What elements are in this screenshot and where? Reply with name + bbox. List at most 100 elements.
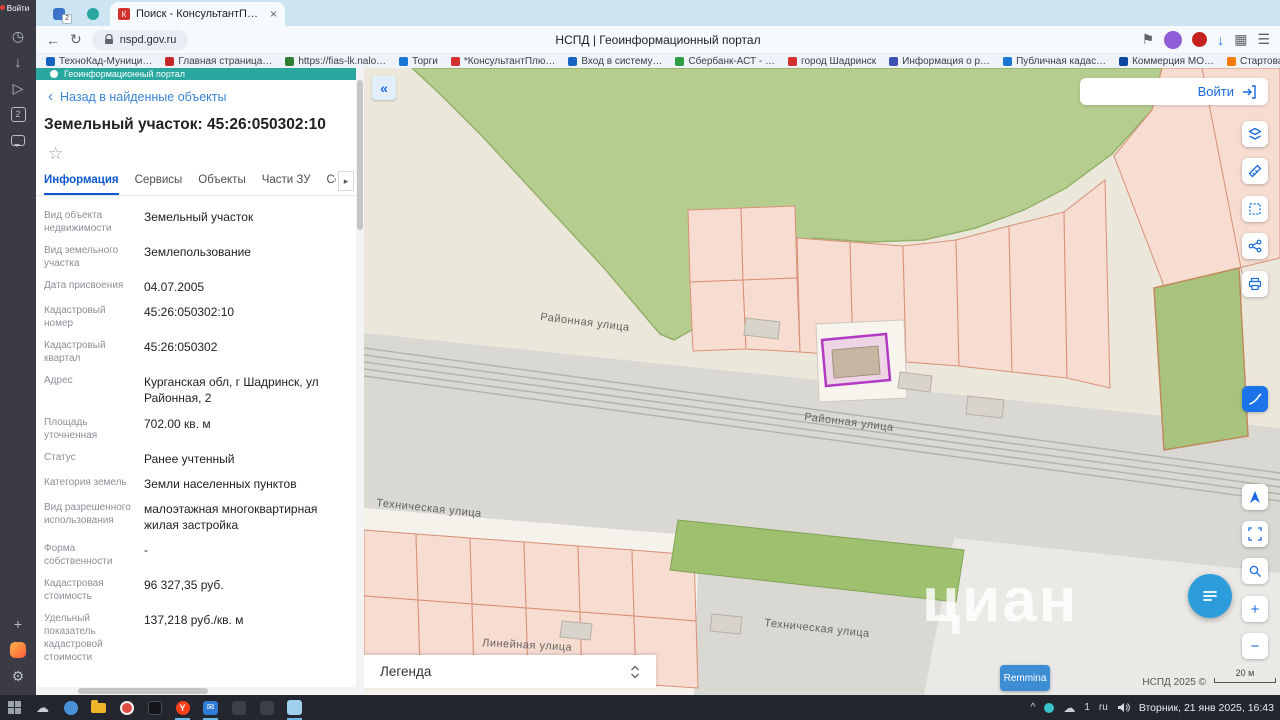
- field-row: СтатусРанее учтенный: [44, 442, 348, 467]
- chat-icon[interactable]: [0, 127, 36, 153]
- bookmark-item[interactable]: ТехноКад-Муници…: [46, 56, 152, 67]
- bookmark-item[interactable]: Стартовая стран…: [1227, 56, 1280, 67]
- reload-icon[interactable]: ↻: [70, 31, 82, 48]
- start-button[interactable]: [6, 699, 23, 716]
- history-icon[interactable]: ◷: [0, 23, 36, 49]
- panel-collapse-button[interactable]: «: [372, 76, 396, 100]
- legend-toggle-icon[interactable]: [630, 665, 640, 679]
- share-button[interactable]: [1242, 233, 1268, 259]
- layers-button[interactable]: [1242, 121, 1268, 147]
- pinned-tab-1[interactable]: 2: [42, 2, 76, 26]
- rail-login-button[interactable]: Войти: [7, 4, 29, 13]
- tab-title: Поиск - КонсультантПлю…: [136, 8, 264, 20]
- volume-icon[interactable]: [1117, 702, 1130, 713]
- field-row: Форма собственности-: [44, 533, 348, 568]
- media-icon[interactable]: ▷: [0, 75, 36, 101]
- select-area-button[interactable]: [1242, 196, 1268, 222]
- tab-counter[interactable]: 2: [0, 101, 36, 127]
- tab-favicon: К: [118, 8, 130, 20]
- red-app-icon[interactable]: [118, 699, 135, 716]
- bookmark-favicon: [788, 57, 797, 66]
- panel-vertical-scrollbar[interactable]: [356, 68, 364, 695]
- bookmark-item[interactable]: Коммерция МО…: [1119, 56, 1214, 67]
- download-icon[interactable]: ↓: [1217, 32, 1224, 48]
- field-row: Вид объекта недвижимостиЗемельный участо…: [44, 200, 348, 235]
- window-app-icon[interactable]: [230, 699, 247, 716]
- terminal-app-icon[interactable]: [146, 699, 163, 716]
- site-header: Геоинформационный портал: [36, 68, 356, 80]
- window-app-icon[interactable]: [258, 699, 275, 716]
- selected-parcel[interactable]: [822, 334, 890, 386]
- bookmark-flag-icon[interactable]: ⚑: [1142, 31, 1155, 48]
- field-row: Вид земельного участкаЗемлепользование: [44, 235, 348, 270]
- active-tab[interactable]: К Поиск - КонсультантПлю… ×: [110, 2, 285, 26]
- map-search-button[interactable]: [1242, 558, 1268, 584]
- bookmark-favicon: [1003, 57, 1012, 66]
- active-window-icon[interactable]: [286, 699, 303, 716]
- extent-button[interactable]: [1242, 521, 1268, 547]
- bookmark-favicon: [889, 57, 898, 66]
- map-login-button[interactable]: Войти: [1080, 78, 1268, 105]
- cloud-app-icon[interactable]: ☁: [34, 699, 51, 716]
- yandex-browser-icon[interactable]: Y: [174, 699, 191, 716]
- measure-button[interactable]: [1242, 158, 1268, 184]
- music-icon[interactable]: [0, 637, 36, 663]
- green-parcel[interactable]: [1154, 268, 1248, 450]
- field-row: Кадастровый номер45:26:050302:10: [44, 295, 348, 330]
- tab-services[interactable]: Сервисы: [135, 174, 183, 195]
- bookmark-item[interactable]: https://fias-lk.nalo…: [285, 56, 386, 67]
- extension-badge-icon[interactable]: [1192, 32, 1207, 47]
- browser-tabs-bar: 2 К Поиск - КонсультантПлю… ×: [36, 0, 1280, 26]
- map-scale: 20 м: [1214, 668, 1276, 683]
- mail-app-icon[interactable]: ✉: [202, 699, 219, 716]
- chat-fab-button[interactable]: [1188, 574, 1232, 618]
- field-row: Кадастровая стоимость96 327,35 руб.: [44, 568, 348, 603]
- browser-app-icon[interactable]: [62, 699, 79, 716]
- bookmark-favicon: [1119, 57, 1128, 66]
- bookmark-favicon: [399, 57, 408, 66]
- back-to-results-link[interactable]: ‹ Назад в найденные объекты: [36, 80, 356, 108]
- bookmark-item[interactable]: Вход в систему…: [568, 56, 662, 67]
- tray-app-icon[interactable]: [1044, 703, 1054, 713]
- tab-badge: 2: [62, 14, 72, 24]
- bookmark-item[interactable]: Информация о р…: [889, 56, 990, 67]
- address-bar[interactable]: nspd.gov.ru: [92, 30, 189, 50]
- draw-tool-button[interactable]: [1242, 386, 1268, 412]
- remmina-window-button[interactable]: Remmina: [1000, 665, 1050, 691]
- menu-icon[interactable]: ☰: [1257, 31, 1270, 48]
- favorite-star-icon[interactable]: ☆: [36, 138, 356, 166]
- tabs-overflow-arrow[interactable]: ▸: [338, 171, 354, 191]
- profile-avatar[interactable]: [1164, 31, 1182, 49]
- panel-horizontal-scrollbar[interactable]: [36, 687, 356, 695]
- zoom-out-button[interactable]: −: [1242, 633, 1268, 659]
- tab-objects[interactable]: Объекты: [198, 174, 245, 195]
- file-manager-icon[interactable]: [90, 699, 107, 716]
- map-canvas[interactable]: Районная улица Районная улица Техническа…: [364, 68, 1280, 695]
- apps-grid-icon[interactable]: ▦: [1234, 31, 1247, 48]
- zoom-in-button[interactable]: +: [1242, 596, 1268, 622]
- settings-gear-icon[interactable]: ⚙: [0, 663, 36, 689]
- bookmark-item[interactable]: город Шадринск: [788, 56, 876, 67]
- legend-bar[interactable]: Легенда: [364, 655, 656, 688]
- map-viewport[interactable]: Районная улица Районная улица Техническа…: [364, 68, 1280, 695]
- language-indicator[interactable]: ru: [1099, 702, 1108, 713]
- bookmark-item[interactable]: Публичная кадас…: [1003, 56, 1106, 67]
- bookmark-item[interactable]: *КонсультантПлю…: [451, 56, 556, 67]
- tab-close-icon[interactable]: ×: [270, 7, 277, 21]
- bookmark-item[interactable]: Сбербанк-АСТ - …: [675, 56, 775, 67]
- tab-composition[interactable]: Состав: [327, 174, 336, 195]
- tray-expand-icon[interactable]: ^: [1031, 702, 1036, 713]
- pinned-tab-2[interactable]: [76, 2, 110, 26]
- nspd-logo: [50, 70, 58, 78]
- tab-information[interactable]: Информация: [44, 174, 119, 195]
- tab-parts[interactable]: Части ЗУ: [262, 174, 311, 195]
- bookmark-item[interactable]: Главная страница…: [165, 56, 272, 67]
- downloads-icon[interactable]: ↓: [0, 49, 36, 75]
- my-location-button[interactable]: [1242, 484, 1268, 510]
- print-button[interactable]: [1242, 271, 1268, 297]
- clock[interactable]: Вторник, 21 янв 2025, 16:43: [1139, 702, 1274, 714]
- back-icon[interactable]: ←: [46, 32, 60, 48]
- tray-cloud-icon[interactable]: ☁: [1063, 701, 1075, 715]
- add-icon[interactable]: +: [0, 611, 36, 637]
- bookmark-item[interactable]: Торги: [399, 56, 438, 67]
